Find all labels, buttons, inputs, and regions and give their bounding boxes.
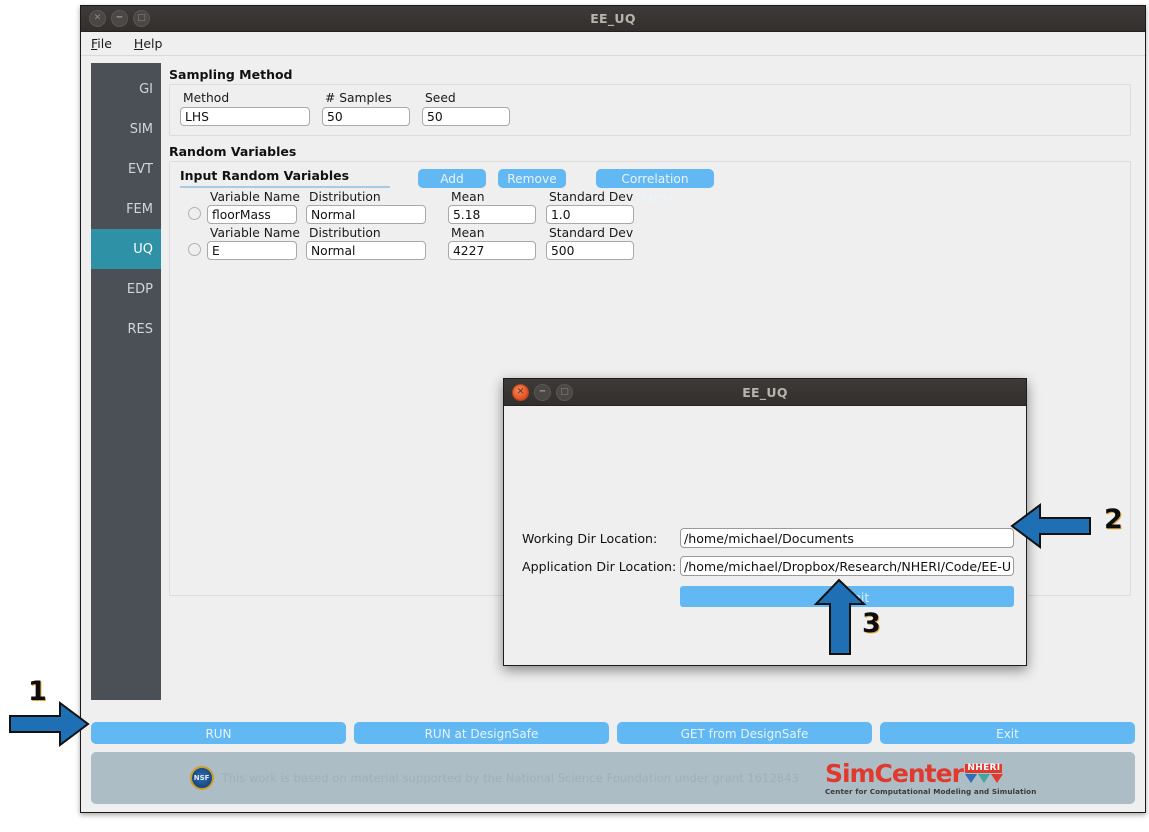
working-dir-label: Working Dir Location: [522,530,658,546]
method-field-wrap: Method [180,91,310,126]
variable-name-label: Variable Name [210,226,300,240]
standard-dev-input[interactable] [545,205,634,224]
row-select-radio[interactable] [188,207,201,220]
footer: NSF This work is based on material suppo… [91,752,1135,804]
main-window-titlebar[interactable]: ✕ ━ □ EE_UQ [81,6,1145,32]
remove-button[interactable]: Remove [498,168,566,188]
working-dir-input[interactable] [680,528,1014,548]
application-dir-label: Application Dir Location: [522,558,677,574]
dialog-title: EE_UQ [742,384,788,400]
sampling-method-title: Sampling Method [169,67,293,82]
simcenter-tagline: Center for Computational Modeling and Si… [824,786,1037,796]
annotation-arrow-1 [8,700,90,748]
mean-label: Mean [450,190,485,204]
standard-dev-label: Standard Dev [548,190,634,204]
get-from-designsafe-button[interactable]: GET from DesignSafe [617,722,872,744]
run-button[interactable]: RUN [91,722,346,744]
annotation-label-3: 3 [862,608,881,639]
variable-name-wrap: Variable Name [207,226,300,260]
sidebar-item-gi[interactable]: GI [91,69,161,109]
simcenter-logo: SimCenter NHERI Center for Computational… [825,761,1037,796]
nheri-triangles-icon [964,773,1003,783]
mean-wrap: Mean [447,226,536,260]
variable-name-input[interactable] [207,205,297,224]
simcenter-logo-top: SimCenter NHERI [825,761,1003,786]
menu-help[interactable]: Help [132,35,165,52]
variable-name-label: Variable Name [210,190,300,204]
nheri-mark: NHERI [964,762,1003,783]
sampling-method-group: Method # Samples Seed [169,84,1131,136]
annotation-label-2: 2 [1104,504,1123,535]
samples-field-wrap: # Samples [322,91,410,126]
mean-input[interactable] [447,205,536,224]
seed-input[interactable] [422,107,510,126]
seed-label: Seed [425,91,456,105]
sidebar: GI SIM EVT FEM UQ EDP RES [91,63,161,700]
std-wrap: Standard Dev [545,226,634,260]
variable-name-input[interactable] [207,241,297,260]
application-dir-row: Application Dir Location: [522,556,1014,576]
num-samples-input[interactable] [322,107,410,126]
menubar: File Help [81,32,1145,56]
num-samples-label: # Samples [325,91,392,105]
distribution-input[interactable] [305,241,426,260]
dialog-body: Working Dir Location: Application Dir Lo… [504,406,1026,666]
screenshot-root: ✕ ━ □ EE_UQ File Help EE-UQ: Response of… [0,0,1149,832]
window-title: EE_UQ [590,11,636,26]
simcenter-wordmark: SimCenter [824,758,964,788]
seed-field-wrap: Seed [422,91,510,126]
input-random-variables-label: Input Random Variables [180,168,390,188]
ee-uq-dialog: ✕ ━ □ EE_UQ Working Dir Location: Applic… [503,378,1027,666]
method-input[interactable] [180,107,310,126]
mean-input[interactable] [447,241,536,260]
table-row: Variable Name Distribution Mean Sta [180,226,1120,260]
correlation-matrix-button[interactable]: Correlation Matrix [596,168,714,205]
working-dir-row: Working Dir Location: [522,528,1014,548]
menu-file[interactable]: File [89,35,114,52]
method-label: Method [183,91,230,105]
distribution-input[interactable] [305,205,426,224]
nsf-seal-icon: NSF [189,766,214,790]
distribution-wrap: Distribution [305,226,426,260]
application-dir-input[interactable] [680,556,1014,576]
dialog-titlebar[interactable]: ✕ ━ □ EE_UQ [504,379,1026,406]
sidebar-item-uq[interactable]: UQ [91,229,161,269]
distribution-wrap: Distribution [305,190,426,224]
sidebar-item-edp[interactable]: EDP [91,269,161,309]
action-button-bar: RUN RUN at DesignSafe GET from DesignSaf… [91,722,1135,744]
distribution-label: Distribution [308,226,381,240]
annotation-arrow-2 [1010,502,1092,550]
distribution-label: Distribution [308,190,381,204]
mean-label: Mean [450,226,485,240]
std-wrap: Standard Dev [545,190,634,224]
sidebar-item-res[interactable]: RES [91,309,161,349]
row-select-radio[interactable] [188,243,201,256]
run-at-designsafe-button[interactable]: RUN at DesignSafe [354,722,609,744]
random-variables-title: Random Variables [169,144,297,159]
add-button[interactable]: Add [418,168,486,188]
sampling-field-row: Method # Samples Seed [180,91,1120,126]
exit-button[interactable]: Exit [880,722,1135,744]
standard-dev-input[interactable] [545,241,634,260]
footer-funding-text: This work is based on material supported… [221,771,799,785]
mean-wrap: Mean [447,190,536,224]
random-variables-toolbar: Input Random Variables Add Remove Correl… [180,168,1120,205]
sidebar-item-fem[interactable]: FEM [91,189,161,229]
standard-dev-label: Standard Dev [548,226,634,240]
sidebar-item-sim[interactable]: SIM [91,109,161,149]
sidebar-item-evt[interactable]: EVT [91,149,161,189]
annotation-arrow-3 [812,578,868,656]
variable-name-wrap: Variable Name [207,190,300,224]
nheri-badge-label: NHERI [965,762,1003,773]
annotation-label-1: 1 [28,676,47,707]
